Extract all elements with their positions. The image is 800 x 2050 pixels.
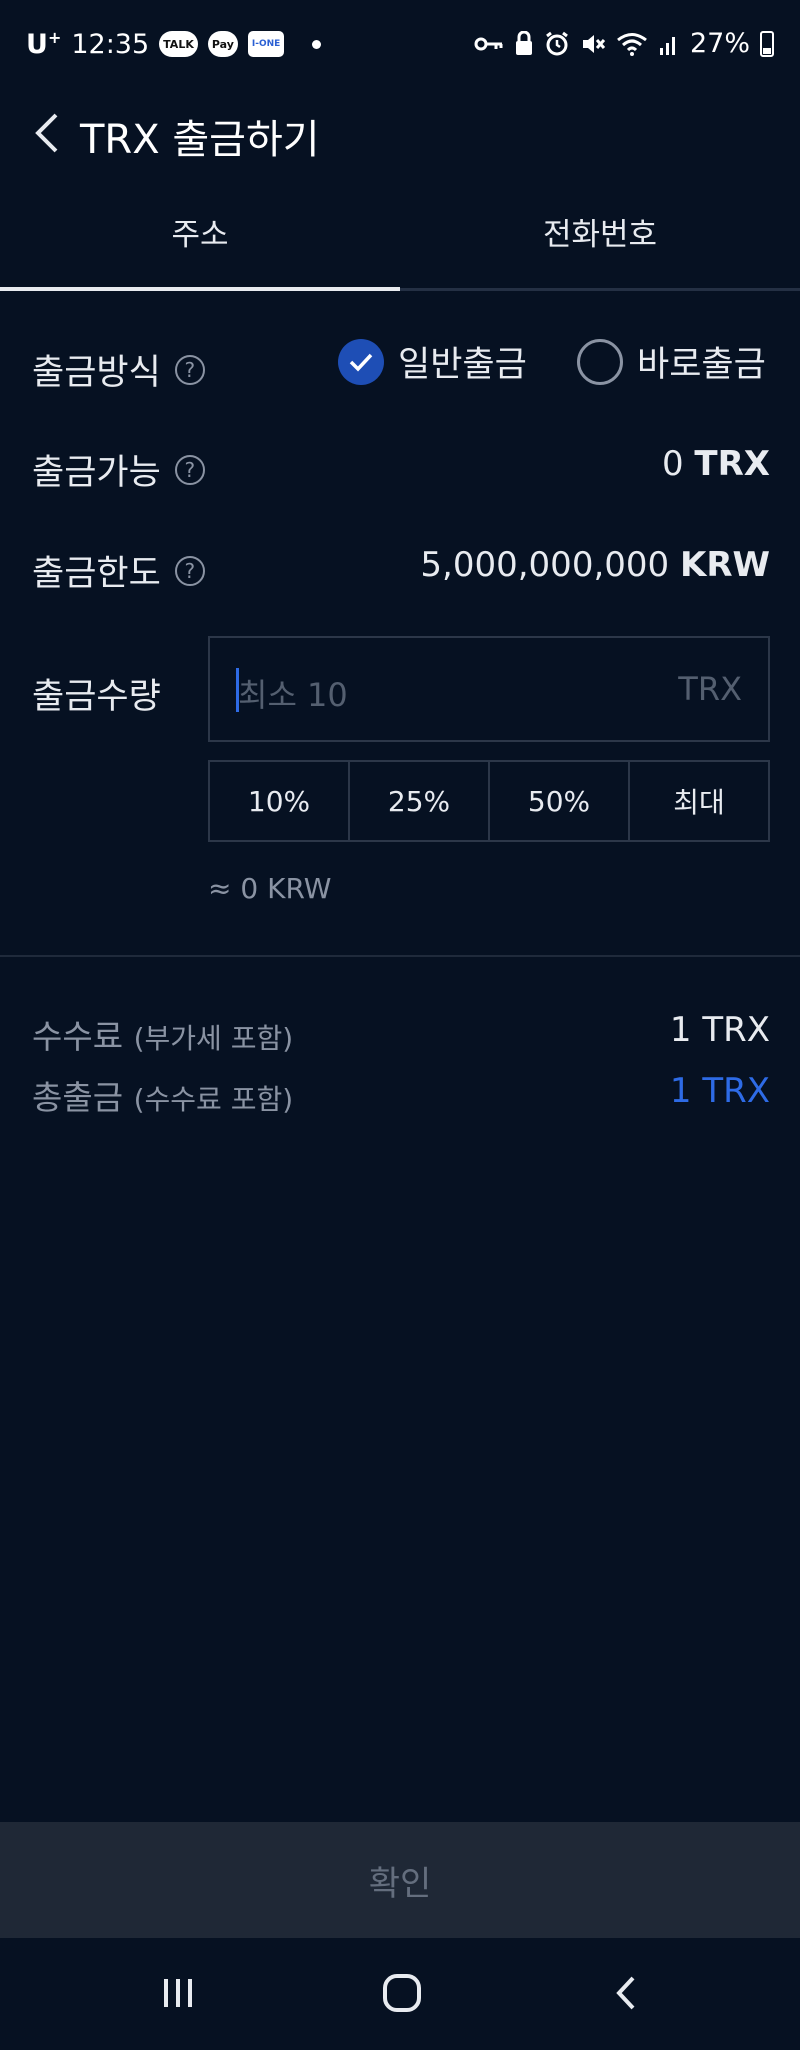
percent-10-button[interactable]: 10% bbox=[210, 762, 350, 840]
radio-instant-withdraw[interactable]: 바로출금 bbox=[577, 336, 766, 387]
clock: 12:35 bbox=[71, 28, 150, 60]
amount-input[interactable]: 최소 10 TRX bbox=[208, 636, 770, 742]
fee-sub: (부가세 포함) bbox=[133, 1022, 294, 1055]
key-icon bbox=[474, 37, 503, 50]
tab-address[interactable]: 주소 bbox=[0, 200, 400, 291]
available-row: 출금가능 ? 0 TRX bbox=[32, 436, 770, 496]
help-icon[interactable]: ? bbox=[174, 354, 205, 385]
status-bar-right: 27% bbox=[474, 28, 774, 59]
limit-value: 5,000,000,000 KRW bbox=[420, 545, 770, 585]
percent-buttons: 10% 25% 50% 최대 bbox=[208, 760, 770, 842]
total-row: 총출금 (수수료 포함) 1 TRX bbox=[32, 1071, 770, 1125]
total-value: 1 TRX bbox=[669, 1071, 770, 1111]
system-nav-bar bbox=[0, 1938, 800, 2050]
available-label: 출금가능 bbox=[32, 453, 161, 493]
ione-notification-icon: I-ONE bbox=[247, 31, 285, 57]
lock-app-icon bbox=[515, 30, 532, 55]
checkmark-icon bbox=[338, 338, 384, 385]
fee-row: 수수료 (부가세 포함) 1 TRX bbox=[32, 1010, 770, 1064]
kakaotalk-notification-icon: TALK bbox=[159, 31, 198, 57]
page-title: TRX 출금하기 bbox=[80, 117, 320, 163]
total-label: 총출금 bbox=[32, 1078, 124, 1117]
withdraw-method-row: 출금방식 ? 일반출금 바로출금 bbox=[32, 336, 770, 396]
recent-apps-icon[interactable] bbox=[148, 1968, 208, 2018]
fee-label: 수수료 bbox=[32, 1017, 124, 1056]
withdraw-method-label: 출금방식 bbox=[32, 353, 161, 393]
divider bbox=[0, 955, 800, 957]
limit-row: 출금한도 ? 5,000,000,000 KRW bbox=[32, 537, 770, 597]
header: TRX 출금하기 bbox=[0, 95, 800, 180]
carrier-label: U+ bbox=[26, 28, 62, 60]
percent-50-button[interactable]: 50% bbox=[490, 762, 630, 840]
home-icon[interactable] bbox=[372, 1968, 432, 2018]
signal-icon bbox=[659, 36, 675, 55]
krw-estimate: ≈ 0 KRW bbox=[208, 872, 332, 905]
help-icon[interactable]: ? bbox=[174, 454, 205, 485]
radio-label: 바로출금 bbox=[637, 345, 766, 385]
back-arrow-icon[interactable] bbox=[26, 103, 66, 163]
back-nav-icon[interactable] bbox=[596, 1968, 656, 2018]
confirm-button[interactable]: 확인 bbox=[0, 1822, 800, 1938]
help-icon[interactable]: ? bbox=[174, 555, 205, 586]
pay-notification-icon: Pay bbox=[207, 31, 238, 57]
total-sub: (수수료 포함) bbox=[133, 1083, 294, 1116]
status-bar: U+ 12:35 TALK Pay I-ONE 27% bbox=[0, 0, 800, 95]
battery-icon bbox=[760, 30, 774, 57]
tab-bar: 주소 전화번호 bbox=[0, 200, 800, 291]
radio-label: 일반출금 bbox=[398, 345, 527, 385]
percent-25-button[interactable]: 25% bbox=[350, 762, 490, 840]
wifi-icon bbox=[617, 32, 647, 56]
fee-value: 1 TRX bbox=[669, 1010, 770, 1050]
limit-label: 출금한도 bbox=[32, 554, 161, 594]
amount-unit: TRX bbox=[678, 670, 742, 708]
status-bar-left: U+ 12:35 TALK Pay I-ONE bbox=[26, 28, 322, 60]
amount-placeholder: 최소 10 bbox=[238, 676, 348, 714]
radio-empty-icon bbox=[577, 338, 623, 385]
alarm-icon bbox=[546, 31, 568, 55]
mute-icon bbox=[582, 34, 606, 53]
tab-phone-number[interactable]: 전화번호 bbox=[400, 200, 800, 288]
amount-label: 출금수량 bbox=[32, 677, 161, 717]
more-notifications-dot-icon bbox=[312, 39, 322, 49]
battery-percent: 27% bbox=[689, 28, 750, 59]
available-value: 0 TRX bbox=[661, 444, 770, 484]
radio-normal-withdraw[interactable]: 일반출금 bbox=[338, 336, 527, 387]
max-button[interactable]: 최대 bbox=[630, 762, 768, 840]
